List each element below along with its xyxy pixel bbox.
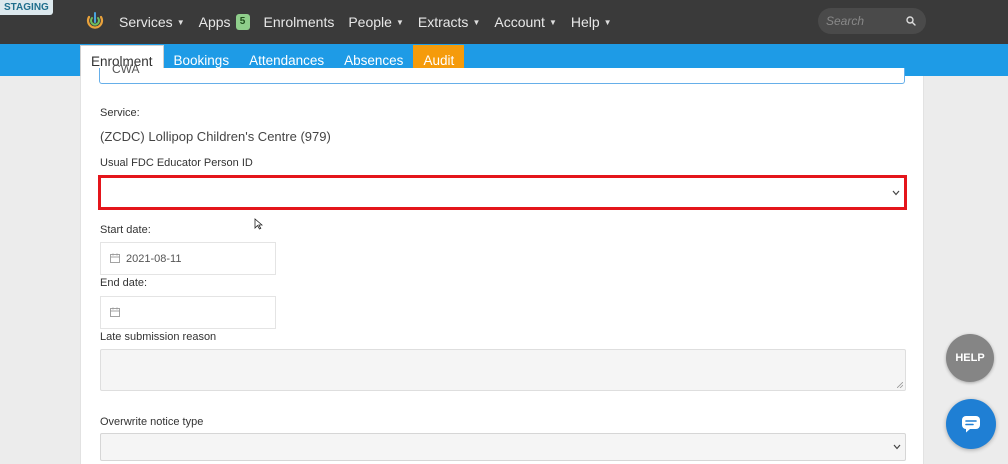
nav-enrolments-label: Enrolments bbox=[263, 14, 335, 30]
end-date-label: End date: bbox=[100, 277, 148, 289]
educator-id-label: Usual FDC Educator Person ID bbox=[100, 157, 253, 169]
caret-down-icon: ▼ bbox=[548, 17, 557, 27]
nav-help-label: Help bbox=[570, 14, 600, 30]
caret-down-icon: ▼ bbox=[395, 17, 404, 27]
mouse-cursor-icon bbox=[254, 218, 263, 230]
educator-id-select[interactable] bbox=[98, 175, 907, 210]
nav-account-label: Account bbox=[494, 14, 545, 30]
previous-field-input[interactable]: CWA bbox=[99, 62, 905, 84]
start-date-value: 2021-08-11 bbox=[126, 253, 182, 265]
main-nav: Services ▼ Apps 5 Enrolments People ▼ Extra… bbox=[119, 0, 626, 44]
search-icon[interactable] bbox=[906, 16, 916, 26]
chevron-down-icon bbox=[892, 190, 900, 195]
help-button[interactable]: HELP bbox=[946, 334, 994, 382]
service-label: Service: bbox=[100, 107, 140, 119]
nav-services[interactable]: Services ▼ bbox=[119, 14, 185, 30]
nav-apps-label: Apps bbox=[198, 14, 231, 30]
overwrite-notice-select[interactable] bbox=[100, 433, 906, 461]
staging-badge: STAGING bbox=[0, 0, 53, 15]
start-date-input[interactable]: 2021-08-11 bbox=[100, 242, 276, 275]
caret-down-icon: ▼ bbox=[176, 17, 185, 27]
top-nav-bar: STAGING Services ▼ Apps 5 Enrolments Peopl… bbox=[0, 0, 1008, 44]
nav-extracts[interactable]: Extracts ▼ bbox=[418, 14, 481, 30]
previous-field-value: CWA bbox=[112, 62, 140, 76]
calendar-icon bbox=[110, 307, 120, 317]
overwrite-notice-label: Overwrite notice type bbox=[100, 416, 204, 428]
late-reason-label: Late submission reason bbox=[100, 331, 217, 343]
end-date-input[interactable] bbox=[100, 296, 276, 329]
nav-help[interactable]: Help ▼ bbox=[571, 14, 612, 30]
nav-services-label: Services bbox=[119, 14, 173, 30]
nav-people[interactable]: People ▼ bbox=[348, 14, 404, 30]
caret-down-icon: ▼ bbox=[603, 17, 612, 27]
chat-button[interactable] bbox=[946, 399, 996, 449]
search-input[interactable] bbox=[826, 8, 906, 34]
search-box bbox=[818, 8, 926, 34]
chevron-down-icon bbox=[893, 444, 901, 450]
nav-extracts-label: Extracts bbox=[417, 14, 469, 30]
service-value: (ZCDC) Lollipop Children's Centre (979) bbox=[100, 129, 331, 144]
nav-enrolments[interactable]: Enrolments bbox=[264, 14, 335, 30]
resize-grip-icon[interactable] bbox=[897, 382, 903, 388]
caret-down-icon: ▼ bbox=[472, 17, 481, 27]
app-logo-icon[interactable] bbox=[86, 11, 104, 31]
calendar-icon bbox=[110, 253, 120, 263]
apps-count-badge: 5 bbox=[235, 14, 250, 30]
nav-people-label: People bbox=[348, 14, 392, 30]
nav-apps[interactable]: Apps 5 bbox=[199, 14, 250, 30]
nav-account[interactable]: Account ▼ bbox=[494, 14, 557, 30]
start-date-label: Start date: bbox=[100, 224, 151, 236]
late-reason-textarea[interactable] bbox=[100, 349, 906, 391]
chat-icon bbox=[962, 416, 980, 433]
